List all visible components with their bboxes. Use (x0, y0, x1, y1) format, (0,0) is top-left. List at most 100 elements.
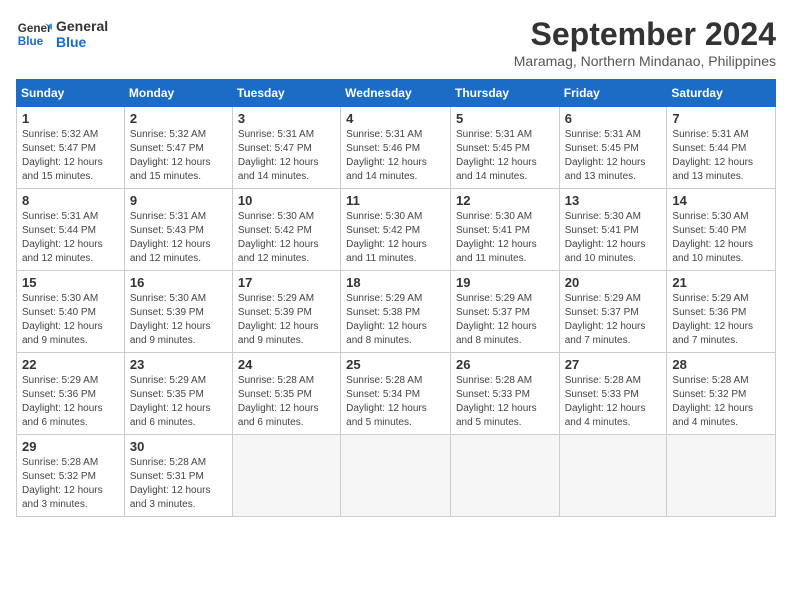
day-number: 3 (238, 111, 335, 126)
calendar-cell: 19 Sunrise: 5:29 AMSunset: 5:37 PMDayligh… (450, 271, 559, 353)
day-info: Sunrise: 5:31 AMSunset: 5:47 PMDaylight:… (238, 128, 335, 184)
calendar-cell: 22 Sunrise: 5:29 AMSunset: 5:36 PMDayligh… (17, 353, 125, 435)
calendar-cell (559, 435, 667, 517)
day-number: 2 (130, 111, 227, 126)
day-number: 18 (346, 275, 445, 290)
calendar-cell: 5Sunrise: 5:31 AMSunset: 5:45 PMDaylight… (450, 107, 559, 189)
day-header-wednesday: Wednesday (341, 80, 451, 107)
calendar-cell: 3 Sunrise: 5:31 AMSunset: 5:47 PMDaylight… (232, 107, 340, 189)
title-area: September 2024 Maramag, Northern Mindana… (514, 16, 776, 69)
calendar-cell: 11 Sunrise: 5:30 AMSunset: 5:42 PMDayligh… (341, 189, 451, 271)
calendar-cell (232, 435, 340, 517)
day-number: 27 (565, 357, 662, 372)
day-number: 13 (565, 193, 662, 208)
calendar-week-3: 15 Sunrise: 5:30 AMSunset: 5:40 PMDayligh… (17, 271, 776, 353)
day-number: 10 (238, 193, 335, 208)
day-info: Sunrise: 5:28 AMSunset: 5:31 PMDaylight:… (130, 456, 227, 512)
day-info: Sunrise: 5:32 AMSunset: 5:47 PMDaylight:… (22, 128, 119, 184)
calendar-cell: 2 Sunrise: 5:32 AMSunset: 5:47 PMDaylight… (124, 107, 232, 189)
calendar-cell (667, 435, 776, 517)
page-header: General Blue General Blue September 2024… (16, 16, 776, 69)
calendar-cell: 18Sunrise: 5:29 AMSunset: 5:38 PMDayligh… (341, 271, 451, 353)
day-info: Sunrise: 5:29 AMSunset: 5:37 PMDaylight:… (456, 292, 554, 348)
day-info: Sunrise: 5:30 AMSunset: 5:42 PMDaylight:… (346, 210, 445, 266)
day-info: Sunrise: 5:31 AMSunset: 5:44 PMDaylight:… (22, 210, 119, 266)
calendar-cell: 9 Sunrise: 5:31 AMSunset: 5:43 PMDaylight… (124, 189, 232, 271)
day-info: Sunrise: 5:30 AMSunset: 5:42 PMDaylight:… (238, 210, 335, 266)
day-number: 1 (22, 111, 119, 126)
day-number: 9 (130, 193, 227, 208)
day-number: 26 (456, 357, 554, 372)
svg-text:Blue: Blue (18, 35, 44, 48)
day-info: Sunrise: 5:30 AMSunset: 5:40 PMDaylight:… (22, 292, 119, 348)
day-number: 8 (22, 193, 119, 208)
calendar-cell: 15 Sunrise: 5:30 AMSunset: 5:40 PMDayligh… (17, 271, 125, 353)
day-info: Sunrise: 5:29 AMSunset: 5:37 PMDaylight:… (565, 292, 662, 348)
day-number: 21 (672, 275, 770, 290)
calendar-week-2: 8 Sunrise: 5:31 AMSunset: 5:44 PMDaylight… (17, 189, 776, 271)
logo-icon: General Blue (16, 16, 52, 52)
calendar-cell: 25 Sunrise: 5:28 AMSunset: 5:34 PMDayligh… (341, 353, 451, 435)
calendar-week-1: 1 Sunrise: 5:32 AMSunset: 5:47 PMDaylight… (17, 107, 776, 189)
location-subtitle: Maramag, Northern Mindanao, Philippines (514, 53, 776, 69)
day-header-saturday: Saturday (667, 80, 776, 107)
day-info: Sunrise: 5:31 AMSunset: 5:43 PMDaylight:… (130, 210, 227, 266)
day-info: Sunrise: 5:28 AMSunset: 5:32 PMDaylight:… (672, 374, 770, 430)
day-number: 24 (238, 357, 335, 372)
day-info: Sunrise: 5:31 AMSunset: 5:45 PMDaylight:… (565, 128, 662, 184)
calendar-cell: 1 Sunrise: 5:32 AMSunset: 5:47 PMDaylight… (17, 107, 125, 189)
calendar-header-row: SundayMondayTuesdayWednesdayThursdayFrid… (17, 80, 776, 107)
day-info: Sunrise: 5:29 AMSunset: 5:36 PMDaylight:… (672, 292, 770, 348)
calendar-table: SundayMondayTuesdayWednesdayThursdayFrid… (16, 79, 776, 517)
day-number: 4 (346, 111, 445, 126)
day-number: 29 (22, 439, 119, 454)
day-header-friday: Friday (559, 80, 667, 107)
day-info: Sunrise: 5:30 AMSunset: 5:40 PMDaylight:… (672, 210, 770, 266)
day-number: 5 (456, 111, 554, 126)
calendar-cell: 13 Sunrise: 5:30 AMSunset: 5:41 PMDayligh… (559, 189, 667, 271)
day-number: 15 (22, 275, 119, 290)
calendar-cell: 10 Sunrise: 5:30 AMSunset: 5:42 PMDayligh… (232, 189, 340, 271)
day-number: 16 (130, 275, 227, 290)
calendar-cell: 27Sunrise: 5:28 AMSunset: 5:33 PMDayligh… (559, 353, 667, 435)
day-number: 30 (130, 439, 227, 454)
day-header-sunday: Sunday (17, 80, 125, 107)
day-info: Sunrise: 5:29 AMSunset: 5:36 PMDaylight:… (22, 374, 119, 430)
day-header-monday: Monday (124, 80, 232, 107)
day-info: Sunrise: 5:30 AMSunset: 5:41 PMDaylight:… (565, 210, 662, 266)
calendar-cell: 17 Sunrise: 5:29 AMSunset: 5:39 PMDayligh… (232, 271, 340, 353)
logo-blue: Blue (56, 34, 108, 50)
logo: General Blue General Blue (16, 16, 108, 52)
calendar-cell: 20Sunrise: 5:29 AMSunset: 5:37 PMDayligh… (559, 271, 667, 353)
day-info: Sunrise: 5:31 AMSunset: 5:46 PMDaylight:… (346, 128, 445, 184)
day-info: Sunrise: 5:29 AMSunset: 5:39 PMDaylight:… (238, 292, 335, 348)
logo-general: General (56, 18, 108, 34)
day-info: Sunrise: 5:29 AMSunset: 5:35 PMDaylight:… (130, 374, 227, 430)
day-number: 25 (346, 357, 445, 372)
day-number: 17 (238, 275, 335, 290)
day-info: Sunrise: 5:28 AMSunset: 5:35 PMDaylight:… (238, 374, 335, 430)
calendar-cell: 29Sunrise: 5:28 AMSunset: 5:32 PMDayligh… (17, 435, 125, 517)
day-number: 22 (22, 357, 119, 372)
calendar-cell: 30 Sunrise: 5:28 AMSunset: 5:31 PMDayligh… (124, 435, 232, 517)
day-header-thursday: Thursday (450, 80, 559, 107)
calendar-cell (450, 435, 559, 517)
day-number: 12 (456, 193, 554, 208)
day-number: 19 (456, 275, 554, 290)
calendar-cell: 4 Sunrise: 5:31 AMSunset: 5:46 PMDaylight… (341, 107, 451, 189)
day-header-tuesday: Tuesday (232, 80, 340, 107)
day-number: 14 (672, 193, 770, 208)
day-number: 28 (672, 357, 770, 372)
calendar-week-4: 22 Sunrise: 5:29 AMSunset: 5:36 PMDayligh… (17, 353, 776, 435)
day-number: 11 (346, 193, 445, 208)
calendar-cell: 16Sunrise: 5:30 AMSunset: 5:39 PMDayligh… (124, 271, 232, 353)
calendar-cell: 7Sunrise: 5:31 AMSunset: 5:44 PMDaylight… (667, 107, 776, 189)
day-number: 6 (565, 111, 662, 126)
calendar-cell: 6 Sunrise: 5:31 AMSunset: 5:45 PMDaylight… (559, 107, 667, 189)
day-info: Sunrise: 5:32 AMSunset: 5:47 PMDaylight:… (130, 128, 227, 184)
calendar-cell: 14 Sunrise: 5:30 AMSunset: 5:40 PMDayligh… (667, 189, 776, 271)
calendar-cell: 21 Sunrise: 5:29 AMSunset: 5:36 PMDayligh… (667, 271, 776, 353)
svg-text:General: General (18, 22, 52, 35)
day-info: Sunrise: 5:28 AMSunset: 5:34 PMDaylight:… (346, 374, 445, 430)
day-info: Sunrise: 5:31 AMSunset: 5:44 PMDaylight:… (672, 128, 770, 184)
